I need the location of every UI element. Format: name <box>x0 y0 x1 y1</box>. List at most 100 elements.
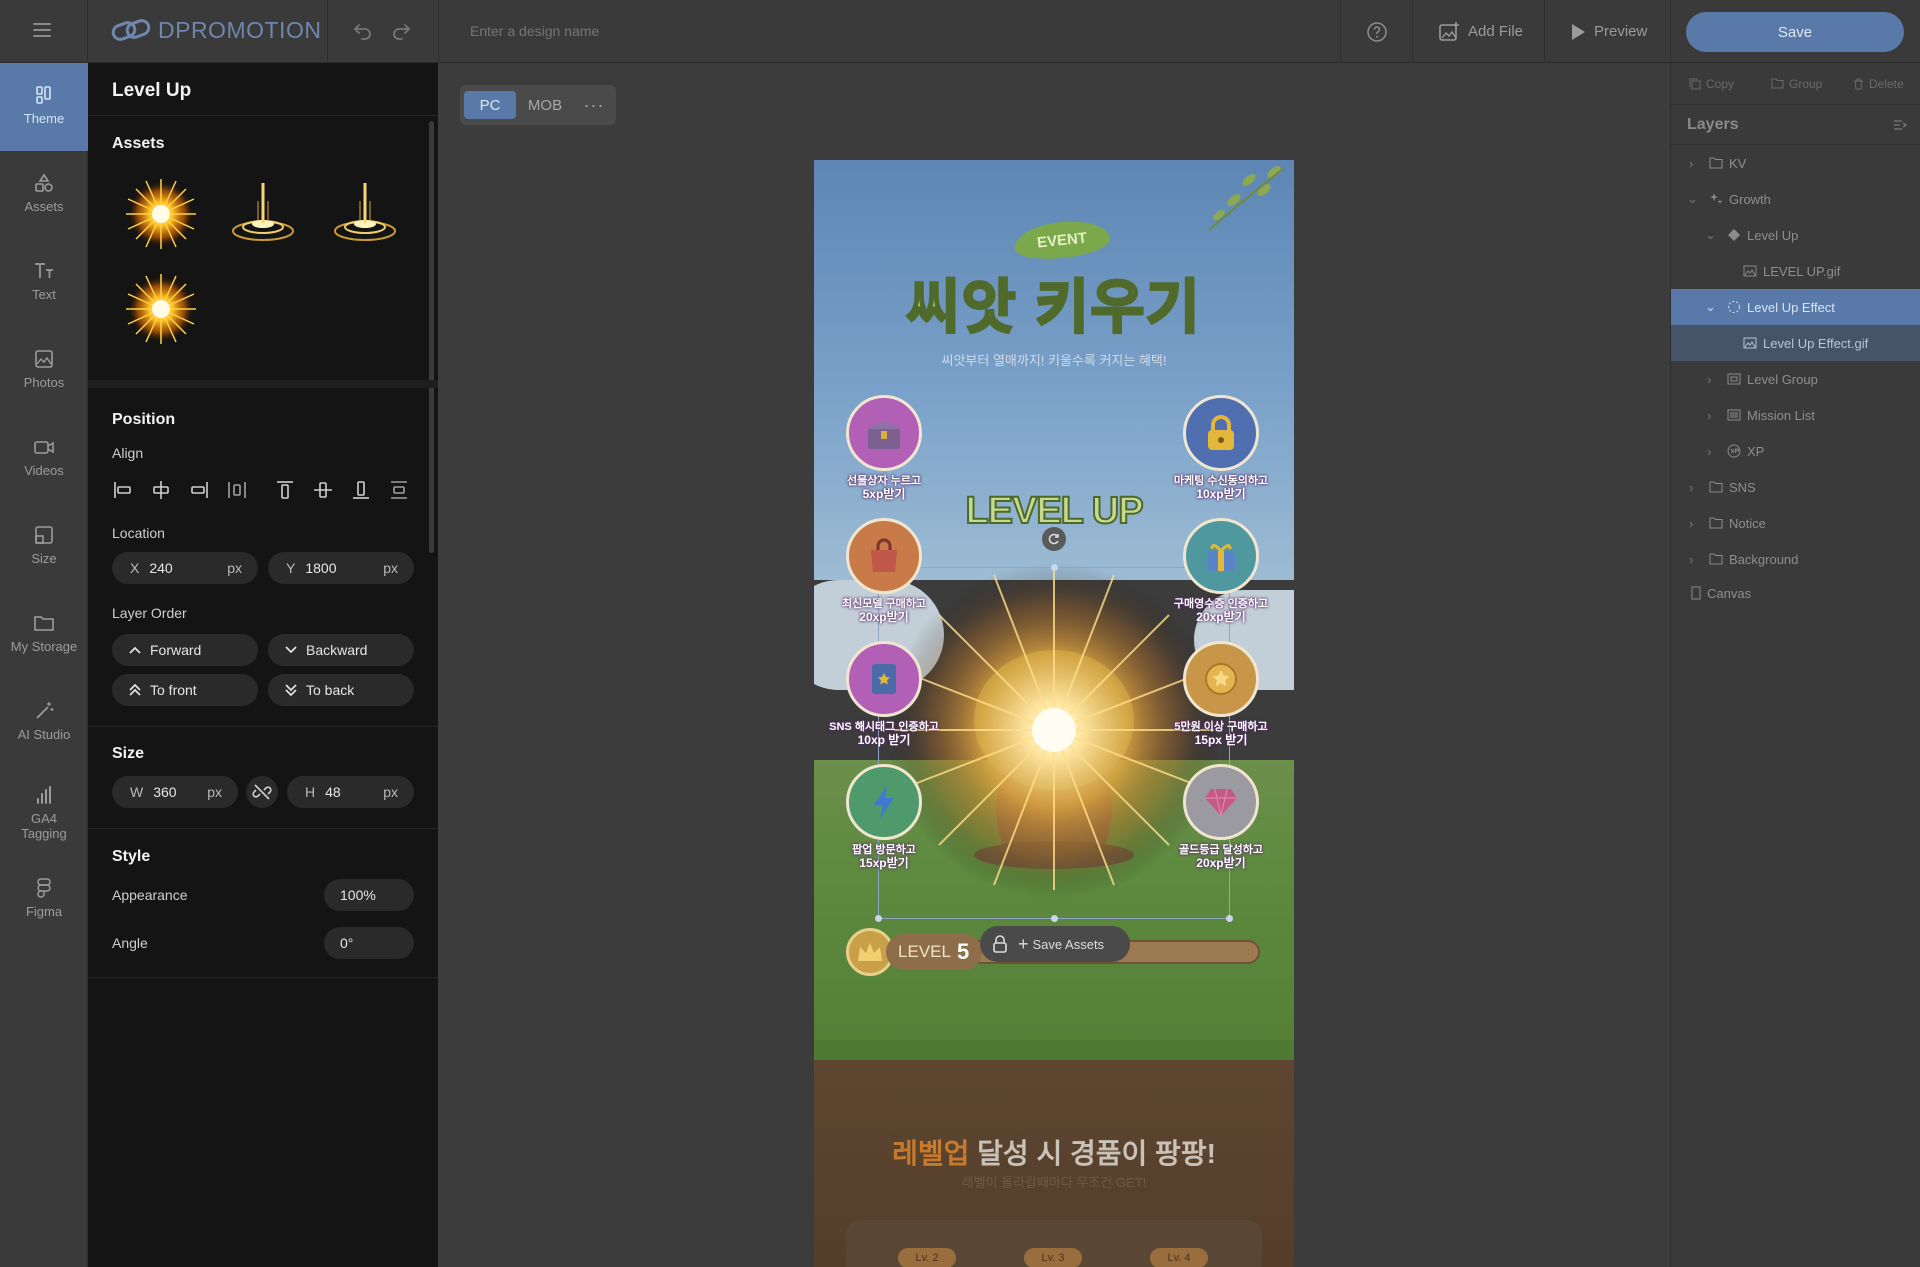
save-assets-button[interactable]: + Save Assets <box>1018 935 1104 953</box>
layer-xp[interactable]: › XP <box>1671 433 1920 469</box>
rotate-handle-icon[interactable] <box>1042 527 1066 551</box>
nav-ga4-tagging[interactable]: GA4 Tagging <box>0 785 88 841</box>
layer-mission-list[interactable]: › Mission List <box>1671 397 1920 433</box>
asset-thumb-ring-1[interactable] <box>226 177 300 251</box>
asset-thumb-burst-1[interactable] <box>124 177 198 251</box>
nav-videos[interactable]: Videos <box>0 437 88 478</box>
layer-growth[interactable]: ⌄ Growth <box>1671 181 1920 217</box>
chevron-right-icon[interactable]: › <box>1707 444 1721 459</box>
angle-field[interactable]: 0° <box>324 927 414 959</box>
layer-level-group[interactable]: › Level Group <box>1671 361 1920 397</box>
layer-kv[interactable]: › KV <box>1671 145 1920 181</box>
height-field[interactable]: H 48 px <box>287 776 414 808</box>
mission-gold-tier[interactable]: 골드등급 달성하고 20xp받기 <box>1166 764 1276 870</box>
delete-button[interactable]: Delete <box>1853 77 1904 91</box>
nav-size[interactable]: Size <box>0 525 88 566</box>
asset-thumb-ring-2[interactable] <box>328 177 402 251</box>
mission-sns-hashtag[interactable]: SNS 해시태그 인증하고 10xp 받기 <box>829 641 939 747</box>
mission-latest-model[interactable]: 최신모델 구매하고 20xp받기 <box>829 518 939 624</box>
undo-icon[interactable] <box>352 21 374 46</box>
align-bottom-icon[interactable] <box>350 479 372 501</box>
lock-icon[interactable] <box>992 935 1008 953</box>
forward-button[interactable]: Forward <box>112 634 258 666</box>
align-center-horizontal-icon[interactable] <box>150 479 172 501</box>
chevron-right-icon[interactable]: › <box>1707 372 1721 387</box>
nav-my-storage[interactable]: My Storage <box>0 613 88 654</box>
y-value[interactable]: 1800 <box>305 560 336 576</box>
layer-level-up-gif[interactable]: LEVEL UP.gif <box>1671 253 1920 289</box>
mission-gift-box[interactable]: 선물상자 누르고 5xp받기 <box>829 395 939 501</box>
to-back-button[interactable]: To back <box>268 674 414 706</box>
selection-handle-tc[interactable] <box>1051 564 1058 571</box>
chevron-right-icon[interactable]: › <box>1689 516 1703 531</box>
layer-canvas[interactable]: Canvas <box>1671 575 1920 611</box>
align-top-icon[interactable] <box>274 479 296 501</box>
chevron-right-icon[interactable]: › <box>1689 480 1703 495</box>
chevron-down-icon[interactable]: ⌄ <box>1705 227 1721 243</box>
y-position-field[interactable]: Y 1800 px <box>268 552 414 584</box>
save-button[interactable]: Save <box>1686 12 1904 52</box>
x-value[interactable]: 240 <box>149 560 172 576</box>
mission-receipt[interactable]: 구매영수증 인증하고 20xp받기 <box>1166 518 1276 624</box>
nav-theme[interactable]: Theme <box>0 63 88 151</box>
angle-value[interactable]: 0° <box>340 935 353 951</box>
align-left-icon[interactable] <box>112 479 134 501</box>
hamburger-menu-icon[interactable] <box>32 21 52 39</box>
mission-purchase-50k[interactable]: 5만원 이상 구매하고 15px 받기 <box>1166 641 1276 747</box>
group-button[interactable]: Group <box>1771 77 1822 91</box>
nav-photos[interactable]: Photos <box>0 349 88 390</box>
x-position-field[interactable]: X 240 px <box>112 552 258 584</box>
mission-marketing-consent[interactable]: 마케팅 수신동의하고 10xp받기 <box>1166 395 1276 501</box>
align-middle-vertical-icon[interactable] <box>312 479 334 501</box>
asset-thumb-burst-2[interactable] <box>124 272 198 346</box>
double-chevron-down-icon <box>285 684 297 697</box>
design-artboard[interactable]: EVENT 씨앗 키우기 씨앗부터 열매까지! 키울수록 커지는 혜택! LEV… <box>814 160 1294 1267</box>
layer-notice[interactable]: › Notice <box>1671 505 1920 541</box>
layer-level-up-effect-gif[interactable]: Level Up Effect.gif <box>1671 325 1920 361</box>
align-right-icon[interactable] <box>188 479 210 501</box>
backward-button[interactable]: Backward <box>268 634 414 666</box>
mission-popup-visit[interactable]: 팝업 방문하고 15xp받기 <box>829 764 939 870</box>
add-file-button[interactable]: Add File <box>1438 0 1523 63</box>
redo-icon[interactable] <box>390 21 412 46</box>
w-value[interactable]: 360 <box>153 784 176 800</box>
help-icon[interactable] <box>1366 21 1388 48</box>
to-front-button[interactable]: To front <box>112 674 258 706</box>
more-options-icon[interactable]: ··· <box>580 91 608 119</box>
chevron-right-icon[interactable]: › <box>1689 552 1703 567</box>
nav-text[interactable]: Text <box>0 261 88 302</box>
brand-logo[interactable]: DPROMOTION <box>110 16 321 44</box>
chevron-right-icon[interactable]: › <box>1689 156 1703 171</box>
tab-pc[interactable]: PC <box>464 91 516 119</box>
layer-background[interactable]: › Background <box>1671 541 1920 577</box>
selection-handle-bc[interactable] <box>1051 915 1058 922</box>
layer-sns[interactable]: › SNS <box>1671 469 1920 505</box>
nav-assets[interactable]: Assets <box>0 173 88 214</box>
nav-ai-studio[interactable]: AI Studio <box>0 701 88 742</box>
appearance-field[interactable]: 100% <box>324 879 414 911</box>
nav-figma[interactable]: Figma <box>0 878 88 919</box>
aspect-lock-button[interactable] <box>246 776 278 808</box>
preview-button[interactable]: Preview <box>1570 0 1647 63</box>
distribute-horizontal-icon[interactable] <box>226 479 248 501</box>
layer-level-up-effect[interactable]: ⌄ Level Up Effect <box>1671 289 1920 325</box>
panel-scrollbar[interactable] <box>429 121 434 553</box>
level-label: LEVEL <box>898 942 951 961</box>
chevron-down-icon[interactable]: ⌄ <box>1705 299 1721 315</box>
book-icon <box>872 664 896 694</box>
appearance-value[interactable]: 100% <box>340 887 376 903</box>
copy-button[interactable]: Copy <box>1689 77 1734 91</box>
video-icon <box>34 441 54 454</box>
selection-handle-br[interactable] <box>1226 915 1233 922</box>
selection-handle-bl[interactable] <box>875 915 882 922</box>
width-field[interactable]: W 360 px <box>112 776 238 808</box>
chevron-right-icon[interactable]: › <box>1707 408 1721 423</box>
chevron-down-icon[interactable]: ⌄ <box>1687 191 1703 207</box>
collapse-layers-icon[interactable] <box>1893 118 1908 137</box>
h-value[interactable]: 48 <box>325 784 341 800</box>
design-name-input[interactable] <box>470 18 870 44</box>
distribute-vertical-icon[interactable] <box>388 479 410 501</box>
layer-level-up[interactable]: ⌄ Level Up <box>1671 217 1920 253</box>
tab-mob[interactable]: MOB <box>518 91 572 119</box>
folder-icon <box>1709 553 1723 565</box>
